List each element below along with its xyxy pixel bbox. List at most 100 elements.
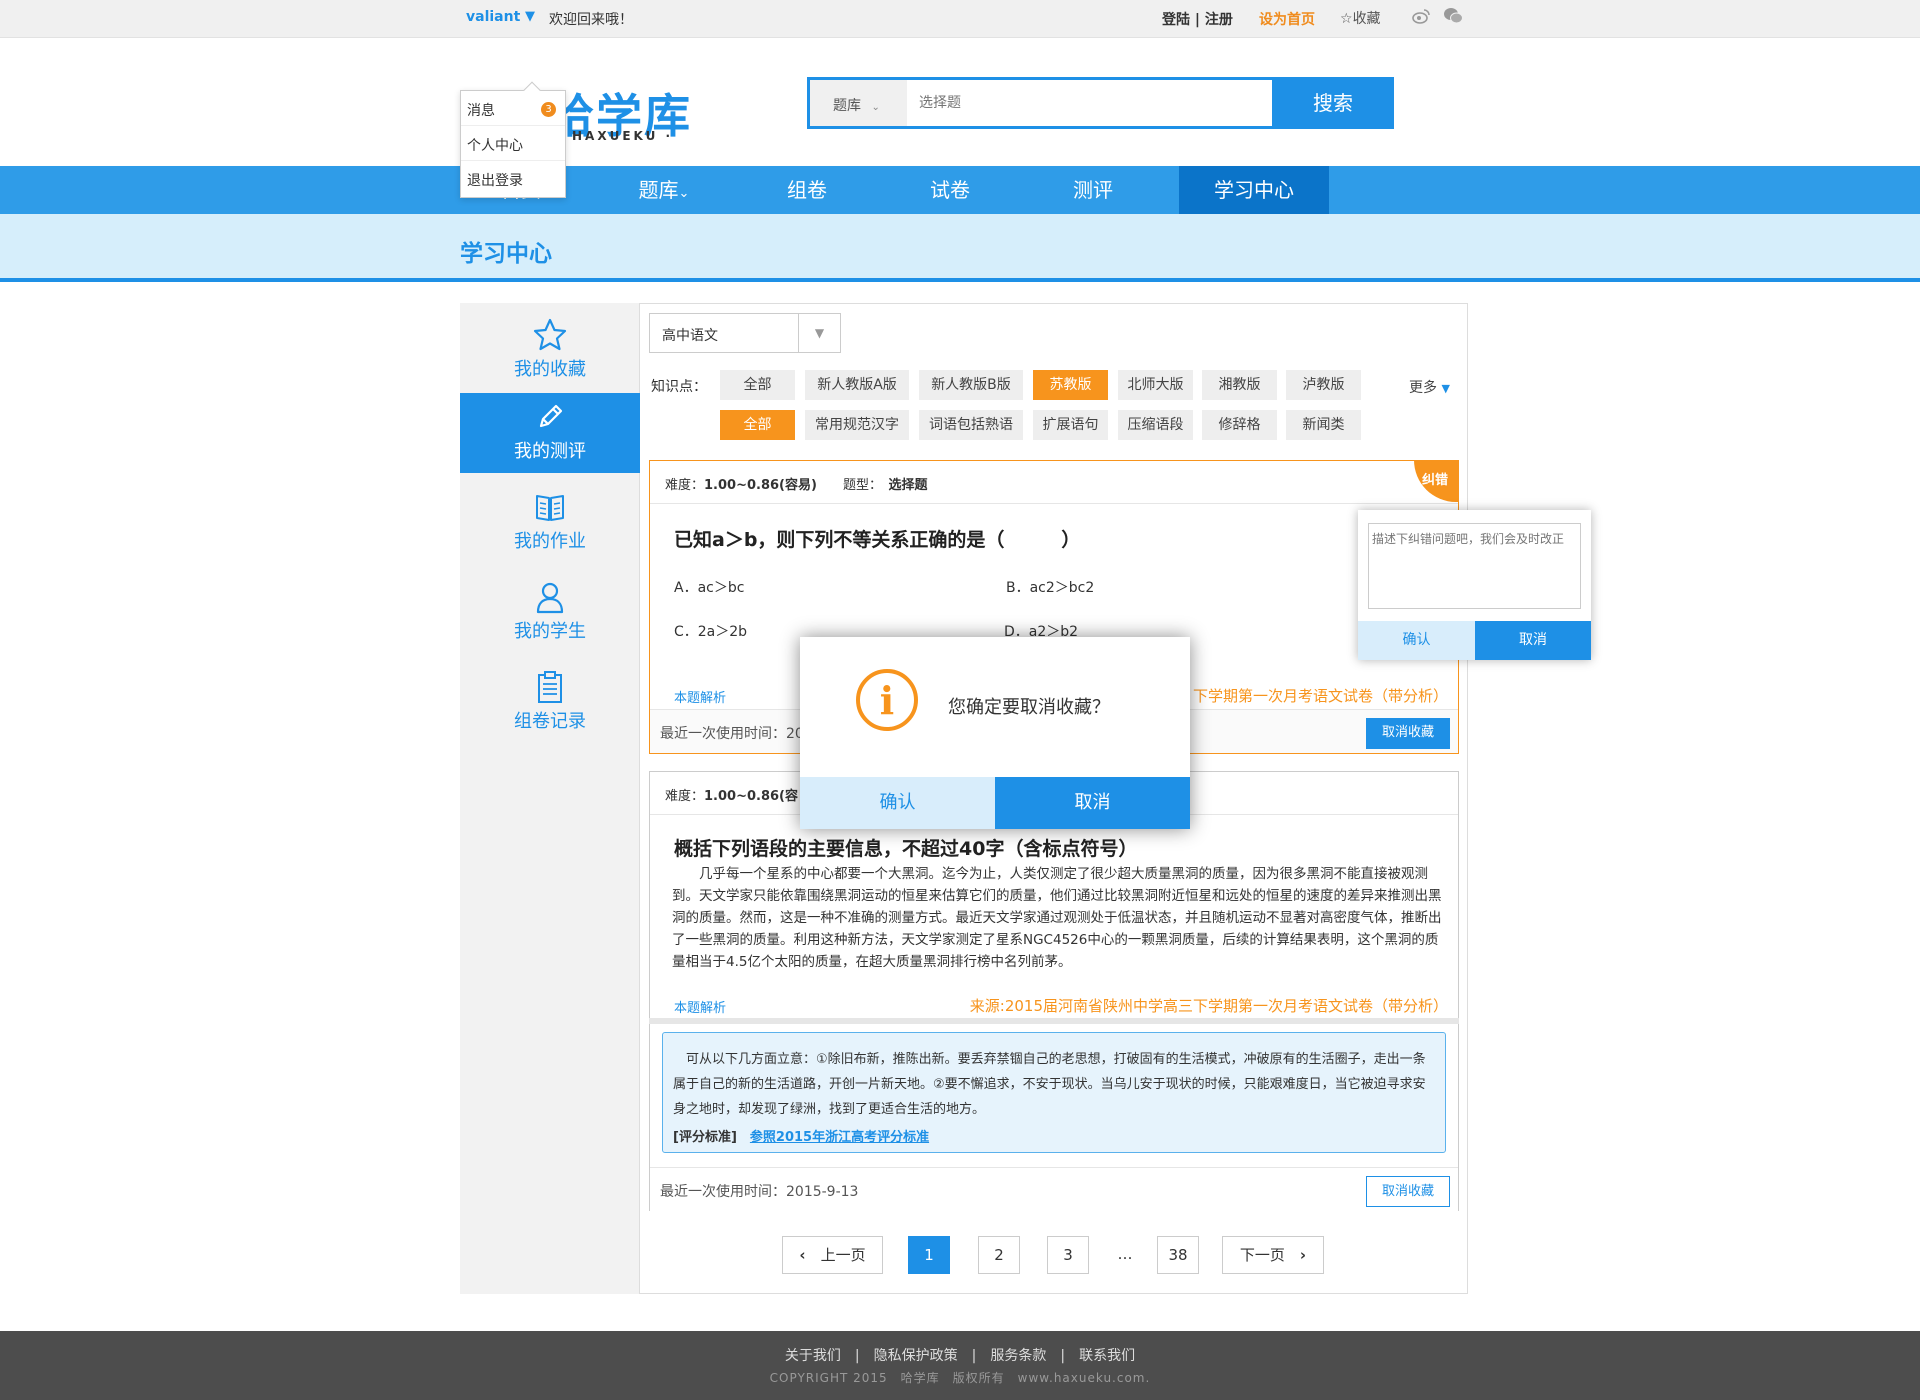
edition-tag-all[interactable]: 全部 [720, 370, 795, 400]
sidebar-item-homework[interactable]: 我的作业 [460, 483, 640, 563]
dialog-cancel-button[interactable]: 取消 [995, 777, 1190, 829]
topic-tag[interactable]: 常用规范汉字 [805, 410, 909, 440]
user-icon [536, 582, 564, 614]
sidebar-item-assessment[interactable]: 我的测评 [460, 393, 640, 473]
more-link[interactable]: 更多 ▼ [1409, 377, 1450, 397]
scoring-standard: [评分标准] 参照2015年浙江高考评分标准 [673, 1125, 1435, 1150]
sidebar-item-favorites[interactable]: 我的收藏 [460, 311, 640, 391]
sidebar-item-label: 组卷记录 [514, 711, 586, 732]
source-text: 来源:2015届河南省陕州中学高三下学期第一次月考语文试卷（带分析） [969, 997, 1448, 1015]
report-confirm-button[interactable]: 确认 [1358, 621, 1475, 660]
report-cancel-button[interactable]: 取消 [1475, 621, 1591, 660]
nav-papers[interactable]: 试卷 [889, 166, 1011, 214]
edition-tag[interactable]: 泸教版 [1286, 370, 1361, 400]
star-icon [533, 318, 567, 351]
analysis-link[interactable]: 本题解析 [674, 997, 726, 1016]
footer-links[interactable]: 关于我们 | 隐私保护政策 | 服务条款 | 联系我们 [0, 1345, 1920, 1365]
menu-item-label: 退出登录 [467, 173, 523, 189]
difficulty-value: 1.00~0.86(容 [704, 789, 798, 804]
sidebar-item-compose-history[interactable]: 组卷记录 [460, 663, 640, 743]
dialog-message: 您确定要取消收藏？ [948, 697, 1110, 718]
chevron-right-icon: › [1299, 1246, 1307, 1264]
pencil-icon [539, 404, 563, 428]
nav-label: 题库 [638, 178, 679, 202]
page-title-band: 学习中心 [0, 214, 1920, 282]
unfavorite-button[interactable]: 取消收藏 [1366, 718, 1450, 749]
set-homepage-link[interactable]: 设为首页 [1259, 9, 1315, 29]
topic-tag[interactable]: 扩展语句 [1033, 410, 1108, 440]
question-text: 已知a＞b，则下列不等关系正确的是（ ） [674, 529, 1081, 551]
logo-subtitle: HAXUEKU · [572, 129, 674, 143]
page-button[interactable]: 3 [1047, 1236, 1089, 1274]
topic-tag-selected[interactable]: 全部 [720, 410, 795, 440]
knowledge-label: 知识点： [651, 379, 707, 395]
prev-page-button[interactable]: ‹ 上一页 [782, 1236, 883, 1274]
copyright: COPYRIGHT 2015 哈学库 版权所有 www.haxueku.com. [769, 1371, 1151, 1385]
topic-tag[interactable]: 词语包括熟语 [919, 410, 1023, 440]
nav-question-bank[interactable]: 题库⌄ [603, 166, 725, 214]
subject-select[interactable]: 高中语文 ▼ [649, 313, 841, 353]
scoring-link[interactable]: 参照2015年浙江高考评分标准 [750, 1130, 929, 1145]
menu-item-messages[interactable]: 消息 3 [461, 91, 565, 126]
caret-down-icon[interactable]: ▼ [525, 9, 535, 24]
chevron-down-icon: ⌄ [678, 186, 690, 201]
search-box: 题库 ⌄ 搜索 [807, 77, 1394, 129]
sidebar: 我的收藏 我的测评 我的作业 我的学生 组卷记录 [460, 303, 640, 1294]
topic-tag[interactable]: 新闻类 [1286, 410, 1361, 440]
search-button[interactable]: 搜索 [1272, 77, 1394, 129]
username-link[interactable]: valiant [466, 9, 520, 25]
footer: 关于我们 | 隐私保护政策 | 服务条款 | 联系我们 COPYRIGHT 20… [0, 1331, 1920, 1400]
edition-tag[interactable]: 新人教版A版 [805, 370, 909, 400]
user-menu: 消息 3 个人中心 退出登录 [460, 81, 566, 198]
topic-tag[interactable]: 压缩语段 [1118, 410, 1193, 440]
page-button[interactable]: 38 [1157, 1236, 1199, 1274]
top-bar: valiant ▼ 欢迎回来哦！ 登陆 | 注册 设为首页 ☆收藏 [0, 0, 1920, 38]
question-passage: 几乎每一个星系的中心都要一个大黑洞。迄今为止，人类仅测定了很少超大质量黑洞的质量… [672, 866, 1442, 970]
difficulty-value: 1.00~0.86(容易) [704, 478, 817, 493]
answer-box: 可从以下几方面立意：①除旧布新，推陈出新。要丢弃禁锢自己的老思想，打破固有的生活… [662, 1032, 1446, 1153]
menu-item-logout[interactable]: 退出登录 [461, 161, 565, 196]
scoring-label: [评分标准] [673, 1130, 737, 1145]
favorite-label: 收藏 [1352, 11, 1381, 27]
edition-tag[interactable]: 北师大版 [1118, 370, 1193, 400]
nav-compose[interactable]: 组卷 [746, 166, 868, 214]
more-label: 更多 [1409, 380, 1437, 396]
report-error-input[interactable] [1368, 523, 1581, 609]
difficulty-label: 难度： [665, 789, 705, 804]
info-icon: i [856, 669, 918, 731]
menu-item-label: 个人中心 [467, 138, 523, 154]
page: valiant ▼ 欢迎回来哦！ 登陆 | 注册 设为首页 ☆收藏 哈学库 HA… [0, 0, 1920, 1400]
favorite-link[interactable]: ☆收藏 [1340, 8, 1381, 28]
search-type-select[interactable]: 题库 ⌄ [810, 80, 907, 126]
last-used-text: 最近一次使用时间：20 [660, 726, 804, 742]
unfavorite-button[interactable]: 取消收藏 [1366, 1176, 1450, 1207]
search-input[interactable] [907, 80, 1274, 126]
welcome-text: 欢迎回来哦！ [549, 12, 633, 28]
edition-tag-selected[interactable]: 苏教版 [1033, 370, 1108, 400]
weibo-icon[interactable] [1412, 8, 1430, 28]
edition-tag[interactable]: 湘教版 [1202, 370, 1277, 400]
option-a: A．ac＞bc [674, 580, 745, 596]
nav-learning-center[interactable]: 学习中心 [1179, 166, 1329, 214]
sidebar-item-label: 我的测评 [514, 441, 586, 462]
wechat-icon[interactable] [1443, 7, 1463, 29]
star-outline-icon: ☆ [1340, 11, 1353, 27]
page-button-current[interactable]: 1 [908, 1236, 950, 1274]
analysis-link[interactable]: 本题解析 [674, 687, 726, 706]
source-text: 下学期第一次月考语文试卷（带分析） [1192, 687, 1448, 705]
next-page-button[interactable]: 下一页 › [1222, 1236, 1324, 1274]
question-text: 概括下列语段的主要信息，不超过40字（含标点符号） [674, 838, 1138, 860]
search-type-label: 题库 [833, 98, 861, 114]
sidebar-item-students[interactable]: 我的学生 [460, 573, 640, 653]
page-title: 学习中心 [460, 241, 552, 267]
dialog-confirm-button[interactable]: 确认 [800, 777, 995, 829]
message-count-badge: 3 [541, 102, 556, 117]
sidebar-item-label: 我的作业 [514, 531, 586, 552]
page-button[interactable]: 2 [978, 1236, 1020, 1274]
topic-tag[interactable]: 修辞格 [1202, 410, 1277, 440]
question-footer: 最近一次使用时间：2015-9-13 [650, 1167, 1458, 1211]
login-register-link[interactable]: 登陆 | 注册 [1162, 9, 1233, 29]
menu-item-profile[interactable]: 个人中心 [461, 126, 565, 161]
nav-assessment[interactable]: 测评 [1032, 166, 1154, 214]
edition-tag[interactable]: 新人教版B版 [919, 370, 1023, 400]
